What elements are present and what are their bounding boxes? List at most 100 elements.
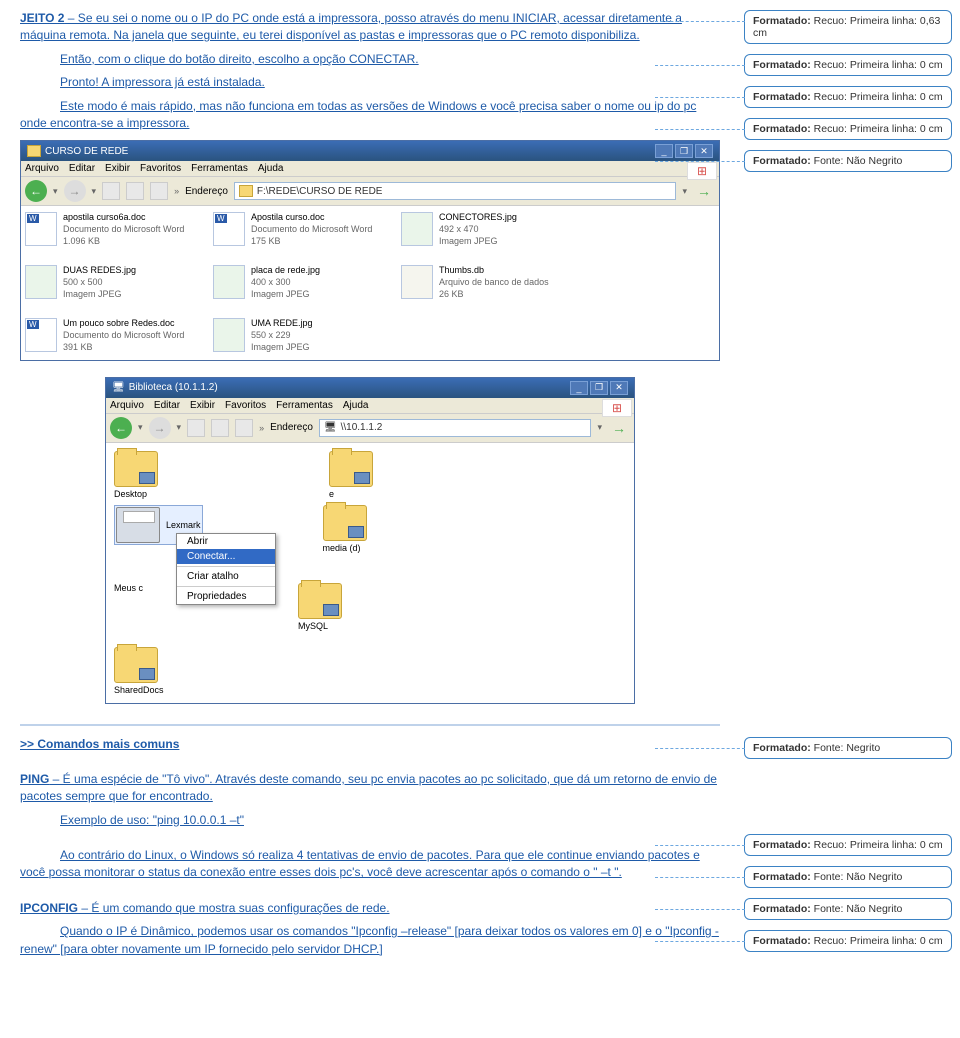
menu-ferramentas[interactable]: Ferramentas bbox=[191, 163, 248, 174]
menu-editar[interactable]: Editar bbox=[154, 400, 180, 411]
jeito2-label: JEITO 2 bbox=[20, 11, 64, 25]
folders-icon[interactable] bbox=[150, 182, 168, 200]
address-bar[interactable]: 🖥 \\10.1.1.2 bbox=[319, 419, 592, 437]
comment-box: Formatado: Fonte: Negrito bbox=[744, 737, 952, 759]
comment-box: Formatado: Recuo: Primeira linha: 0 cm bbox=[744, 118, 952, 140]
explorer-window-curso: CURSO DE REDE _ ❐ ✕ Arquivo Editar Exibi… bbox=[20, 140, 720, 360]
address-label: Endereço bbox=[270, 422, 313, 433]
address-label: Endereço bbox=[185, 186, 228, 197]
share-folder[interactable]: SharedDocs bbox=[114, 647, 209, 695]
up-icon[interactable] bbox=[102, 182, 120, 200]
windows-logo-icon bbox=[687, 162, 717, 180]
ctx-abrir[interactable]: Abrir bbox=[177, 534, 275, 549]
file-item[interactable]: apostila curso6a.doc Documento do Micros… bbox=[25, 212, 195, 247]
address-text: F:\REDE\CURSO DE REDE bbox=[257, 186, 383, 197]
minimize-button[interactable]: _ bbox=[655, 144, 673, 158]
connector-line bbox=[655, 21, 745, 22]
windows-logo-icon bbox=[602, 399, 632, 417]
comment-box: Formatado: Recuo: Primeira linha: 0 cm bbox=[744, 930, 952, 952]
menu-ajuda[interactable]: Ajuda bbox=[258, 163, 284, 174]
jpeg-icon bbox=[213, 265, 245, 299]
share-folder[interactable]: Desktop bbox=[114, 451, 209, 499]
comment-box: Formatado: Recuo: Primeira linha: 0 cm bbox=[744, 86, 952, 108]
file-item[interactable]: Apostila curso.doc Documento do Microsof… bbox=[213, 212, 383, 247]
back-button[interactable]: ← bbox=[110, 417, 132, 439]
connector-line bbox=[655, 748, 745, 749]
shared-folder-icon bbox=[298, 583, 342, 619]
file-area: apostila curso6a.doc Documento do Micros… bbox=[21, 206, 719, 359]
minimize-button[interactable]: _ bbox=[570, 381, 588, 395]
close-button[interactable]: ✕ bbox=[695, 144, 713, 158]
file-item[interactable]: UMA REDE.jpg 550 x 229 Imagem JPEG bbox=[213, 318, 383, 353]
shared-folder-icon bbox=[114, 451, 158, 487]
go-button[interactable]: → bbox=[612, 420, 626, 436]
folder-icon bbox=[27, 145, 41, 157]
menu-editar[interactable]: Editar bbox=[69, 163, 95, 174]
jeito2-text: – Se eu sei o nome ou o IP do PC onde es… bbox=[20, 11, 682, 42]
menubar: Arquivo Editar Exibir Favoritos Ferramen… bbox=[106, 398, 634, 414]
search-icon[interactable] bbox=[126, 182, 144, 200]
chevron-down-icon: ▾ bbox=[92, 186, 97, 197]
address-bar[interactable]: F:\REDE\CURSO DE REDE bbox=[234, 182, 677, 200]
comment-box: Formatado: Fonte: Não Negrito bbox=[744, 898, 952, 920]
menu-exibir[interactable]: Exibir bbox=[105, 163, 130, 174]
ping-cont: Ao contrário do Linux, o Windows só real… bbox=[20, 847, 720, 882]
share-folder[interactable]: MySQL bbox=[298, 583, 393, 631]
folders-icon[interactable] bbox=[235, 419, 253, 437]
shared-folder-icon bbox=[323, 505, 367, 541]
computer-icon: 🖥 bbox=[112, 382, 125, 393]
menu-arquivo[interactable]: Arquivo bbox=[110, 400, 144, 411]
ctx-criar-atalho[interactable]: Criar atalho bbox=[177, 569, 275, 584]
jpeg-icon bbox=[25, 265, 57, 299]
connector-line bbox=[655, 845, 745, 846]
menu-ferramentas[interactable]: Ferramentas bbox=[276, 400, 333, 411]
menu-arquivo[interactable]: Arquivo bbox=[25, 163, 59, 174]
ipconfig-label: IPCONFIG bbox=[20, 901, 78, 915]
file-item[interactable]: Um pouco sobre Redes.doc Documento do Mi… bbox=[25, 318, 195, 353]
para-pronto: Pronto! A impressora já está instalada. bbox=[60, 74, 720, 91]
para-ipconfig: IPCONFIG – É um comando que mostra suas … bbox=[20, 900, 720, 917]
comment-box: Formatado: Recuo: Primeira linha: 0 cm bbox=[744, 54, 952, 76]
connector-line bbox=[655, 877, 745, 878]
comandos-title: >> Comandos mais comuns bbox=[20, 736, 720, 753]
connector-line bbox=[655, 65, 745, 66]
ping-label: PING bbox=[20, 772, 49, 786]
menu-favoritos[interactable]: Favoritos bbox=[140, 163, 181, 174]
forward-button[interactable]: → bbox=[149, 417, 171, 439]
jpeg-icon bbox=[401, 212, 433, 246]
back-button[interactable]: ← bbox=[25, 180, 47, 202]
explorer-window-biblioteca: 🖥 Biblioteca (10.1.1.2) _ ❐ ✕ Arquivo Ed… bbox=[105, 377, 635, 704]
maximize-button[interactable]: ❐ bbox=[590, 381, 608, 395]
shared-folder-icon bbox=[329, 451, 373, 487]
share-item-meus[interactable]: Meus c bbox=[114, 583, 143, 593]
ctx-conectar[interactable]: Conectar... bbox=[177, 549, 275, 564]
word-icon bbox=[213, 212, 245, 246]
word-icon bbox=[25, 318, 57, 352]
file-item[interactable]: DUAS REDES.jpg 500 x 500 Imagem JPEG bbox=[25, 265, 195, 300]
menu-ajuda[interactable]: Ajuda bbox=[343, 400, 369, 411]
window-title: CURSO DE REDE bbox=[45, 146, 128, 157]
comments-pane: Formatado: Recuo: Primeira linha: 0,63 c… bbox=[740, 0, 960, 984]
search-icon[interactable] bbox=[211, 419, 229, 437]
shared-folder-icon bbox=[114, 647, 158, 683]
connector-line bbox=[655, 161, 745, 162]
file-item[interactable]: CONECTORES.jpg 492 x 470 Imagem JPEG bbox=[401, 212, 571, 247]
address-text: \\10.1.1.2 bbox=[341, 422, 383, 433]
file-item[interactable]: placa de rede.jpg 400 x 300 Imagem JPEG bbox=[213, 265, 383, 300]
close-button[interactable]: ✕ bbox=[610, 381, 628, 395]
connector-line bbox=[655, 97, 745, 98]
maximize-button[interactable]: ❐ bbox=[675, 144, 693, 158]
connector-line bbox=[655, 909, 745, 910]
up-icon[interactable] bbox=[187, 419, 205, 437]
share-folder[interactable]: media (d) bbox=[323, 505, 418, 553]
go-button[interactable]: → bbox=[697, 183, 711, 199]
document-content: JEITO 2 – Se eu sei o nome ou o IP do PC… bbox=[0, 0, 740, 984]
menu-favoritos[interactable]: Favoritos bbox=[225, 400, 266, 411]
ctx-propriedades[interactable]: Propriedades bbox=[177, 589, 275, 604]
comment-box: Formatado: Recuo: Primeira linha: 0 cm bbox=[744, 834, 952, 856]
share-folder[interactable]: e bbox=[329, 451, 424, 499]
menu-exibir[interactable]: Exibir bbox=[190, 400, 215, 411]
jpeg-icon bbox=[213, 318, 245, 352]
file-item[interactable]: Thumbs.db Arquivo de banco de dados 26 K… bbox=[401, 265, 571, 300]
forward-button[interactable]: → bbox=[64, 180, 86, 202]
